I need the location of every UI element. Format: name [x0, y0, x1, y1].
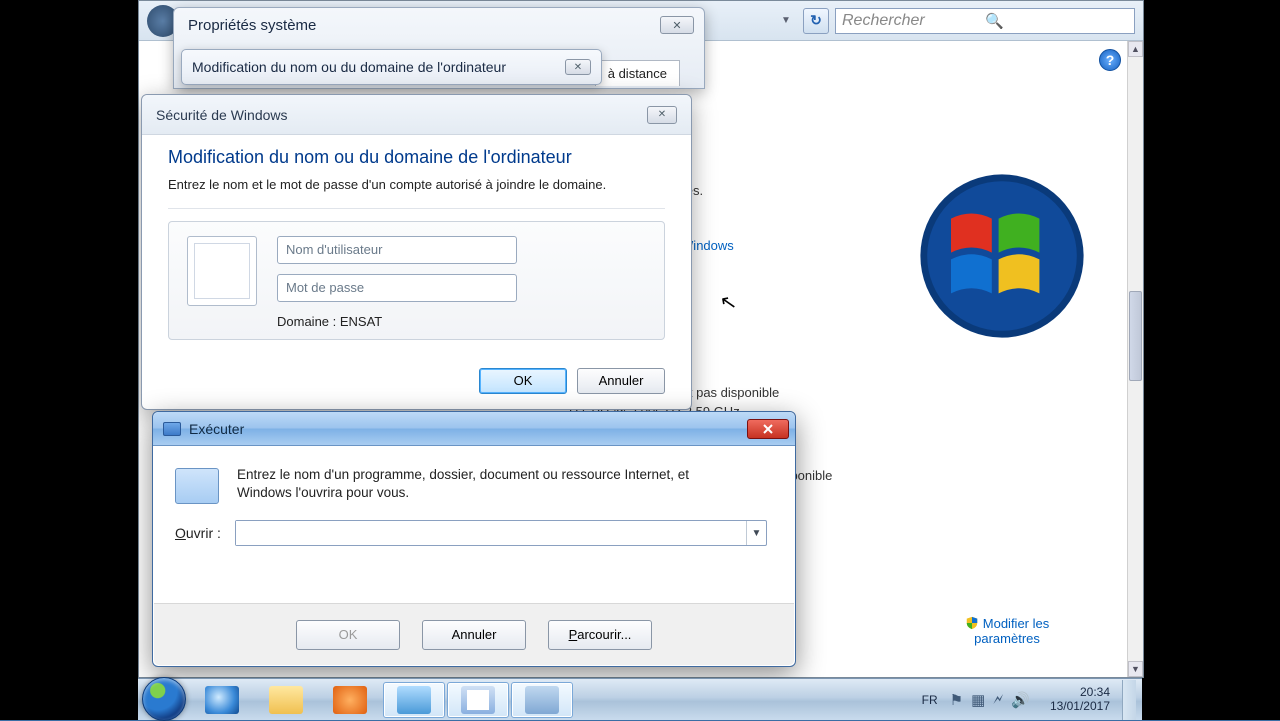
divider [168, 208, 665, 209]
flag-icon[interactable]: ⚑ [950, 691, 963, 709]
windows-security-titlebar[interactable]: Sécurité de Windows ✕ [142, 95, 691, 135]
rename-domain-window-title: Modification du nom ou du domaine de l'o… [181, 49, 602, 85]
taskbar-control-panel[interactable] [383, 682, 445, 718]
document-icon [461, 686, 495, 714]
cred-cancel-button[interactable]: Annuler [577, 368, 665, 394]
system-properties-title: Propriétés système [174, 8, 704, 43]
password-input[interactable] [277, 274, 517, 302]
run-cancel-button[interactable]: Annuler [422, 620, 526, 650]
open-label: Ouvrir : [175, 525, 221, 541]
scroll-down-icon[interactable]: ▼ [1128, 661, 1143, 677]
windows-security-title: Sécurité de Windows [156, 107, 288, 123]
cred-ok-button[interactable]: OK [479, 368, 567, 394]
run-titlebar[interactable]: Exécuter [153, 412, 795, 446]
remote-tab[interactable]: à distance [595, 60, 680, 86]
show-desktop-button[interactable] [1122, 680, 1136, 720]
address-dropdown-icon[interactable]: ▼ [775, 10, 797, 32]
user-avatar-icon [187, 236, 257, 306]
input-lang[interactable]: FR [922, 693, 938, 707]
power-icon[interactable]: 🗲 [993, 691, 1003, 709]
clock-date: 13/01/2017 [1050, 700, 1110, 714]
control-panel-icon [397, 686, 431, 714]
run-title: Exécuter [189, 421, 244, 437]
refresh-button[interactable]: ↻ [803, 8, 829, 34]
clock[interactable]: 20:34 13/01/2017 [1050, 686, 1110, 714]
search-input[interactable]: Rechercher 🔍 [835, 8, 1135, 34]
run-browse-button[interactable]: Parcourir... [548, 620, 652, 650]
system-tray: FR ⚑ ▦ 🗲 🔊 20:34 13/01/2017 [922, 680, 1142, 720]
clock-time: 20:34 [1050, 686, 1110, 700]
open-dropdown-icon[interactable]: ▼ [746, 521, 766, 545]
search-placeholder: Rechercher [842, 12, 985, 30]
windows-security-dialog: Sécurité de Windows ✕ Modification du no… [141, 94, 692, 410]
windows-security-close-button[interactable]: ✕ [647, 106, 677, 124]
sysprops-close-button[interactable]: ✕ [660, 16, 694, 34]
cred-instruction: Entrez le nom et le mot de passe d'un co… [168, 176, 608, 194]
credential-panel: Domaine : ENSAT [168, 221, 665, 340]
taskbar-media-player[interactable] [319, 682, 381, 718]
taskbar: FR ⚑ ▦ 🗲 🔊 20:34 13/01/2017 [138, 678, 1142, 720]
taskbar-ie[interactable] [191, 682, 253, 718]
folder-icon [269, 686, 303, 714]
system-icon [525, 686, 559, 714]
run-title-icon [163, 422, 181, 436]
media-player-icon [333, 686, 367, 714]
volume-icon[interactable]: 🔊 [1011, 691, 1030, 709]
username-input[interactable] [277, 236, 517, 264]
run-close-button[interactable] [747, 419, 789, 439]
help-icon[interactable]: ? [1099, 49, 1121, 71]
run-ok-button[interactable]: OK [296, 620, 400, 650]
start-button[interactable] [142, 677, 186, 721]
open-combobox[interactable]: ▼ [235, 520, 767, 546]
taskbar-document[interactable] [447, 682, 509, 718]
run-description: Entrez le nom d'un programme, dossier, d… [237, 466, 747, 504]
close-icon [761, 423, 775, 435]
vertical-scrollbar[interactable]: ▲ ▼ [1127, 41, 1143, 677]
shield-icon [965, 616, 979, 630]
network-icon[interactable]: ▦ [971, 691, 985, 709]
taskbar-system[interactable] [511, 682, 573, 718]
taskbar-explorer[interactable] [255, 682, 317, 718]
rename-close-button[interactable]: ✕ [565, 59, 591, 75]
scroll-thumb[interactable] [1129, 291, 1142, 381]
scroll-up-icon[interactable]: ▲ [1128, 41, 1143, 57]
windows-logo-icon [917, 171, 1087, 341]
ie-icon [205, 686, 239, 714]
search-icon: 🔍 [985, 12, 1128, 30]
modify-params-link[interactable]: Modifier les paramètres [947, 616, 1067, 646]
domain-label: Domaine : ENSAT [277, 314, 517, 329]
cred-heading: Modification du nom ou du domaine de l'o… [168, 147, 665, 168]
open-input[interactable] [236, 521, 746, 545]
run-dialog: Exécuter Entrez le nom d'un programme, d… [152, 411, 796, 667]
run-program-icon [175, 468, 219, 504]
